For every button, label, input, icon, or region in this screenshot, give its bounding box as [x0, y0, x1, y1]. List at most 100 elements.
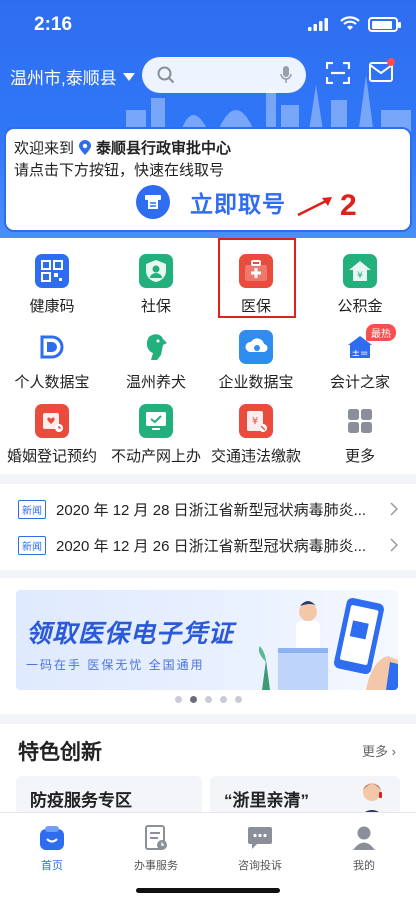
service-personal-data[interactable]: 个人数据宝 — [0, 330, 104, 404]
feature-more-link[interactable]: 更多 › — [362, 741, 396, 760]
service-enterprise-data[interactable]: 企业数据宝 — [204, 330, 308, 404]
service-label: 会计之家 — [329, 374, 390, 391]
carousel-dot[interactable] — [204, 696, 212, 703]
chevron-right-icon — [390, 502, 398, 516]
carousel-dot[interactable] — [174, 696, 182, 703]
dog-icon — [139, 330, 173, 364]
search-icon — [157, 66, 175, 84]
service-label: 医保 — [240, 298, 271, 315]
carousel-dot[interactable] — [234, 696, 242, 703]
service-real-estate[interactable]: 不动产网上办 — [104, 404, 208, 478]
tab-mine[interactable]: 我的 — [312, 823, 416, 873]
service-social-security[interactable]: 社保 — [104, 254, 208, 328]
welcome-text: 欢迎来到 — [14, 140, 75, 157]
search-input[interactable] — [142, 57, 306, 93]
news-title: 2020 年 12 月 26 日浙江省新型冠状病毒肺炎... — [56, 537, 367, 555]
tab-label: 办事服务 — [134, 860, 178, 872]
service-housing-fund[interactable]: ¥ 公积金 — [308, 254, 412, 328]
service-label: 社保 — [140, 298, 171, 315]
service-marriage-booking[interactable]: 婚姻登记预约 — [0, 404, 104, 478]
marriage-calendar-icon — [35, 404, 69, 438]
scan-icon[interactable] — [326, 62, 350, 84]
more-label: 更多 — [362, 744, 389, 759]
service-label: 个人数据宝 — [14, 374, 90, 391]
chat-icon — [248, 827, 272, 849]
news-list: 新闻 2020 年 12 月 28 日浙江省新型冠状病毒肺炎... 新闻 202… — [0, 484, 416, 570]
feature-card-title: 防疫服务专区 — [30, 791, 132, 810]
service-label: 健康码 — [29, 298, 75, 315]
service-label: 企业数据宝 — [218, 374, 294, 391]
carousel-dots — [0, 696, 416, 703]
service-medical-insurance[interactable]: 医保 — [204, 254, 308, 328]
carousel-dot-active[interactable] — [189, 696, 197, 703]
take-number-button[interactable]: 立即取号 — [136, 185, 286, 219]
tab-label: 首页 — [41, 860, 63, 872]
banner-section: 领取医保电子凭证 一码在手 医保无忧 全国通用 — [0, 578, 416, 714]
wifi-icon — [340, 16, 360, 30]
ticket-icon — [136, 185, 170, 219]
personal-data-icon — [35, 330, 69, 364]
home-icon — [40, 826, 64, 850]
chevron-right-icon — [390, 538, 398, 552]
status-bar: 2:16 — [0, 0, 416, 50]
feature-card-title: “浙里亲清” — [224, 791, 309, 810]
instruction-text: 请点击下方按钮，快速在线取号 — [14, 162, 225, 179]
service-label: 更多 — [344, 448, 375, 465]
location-pin-icon — [79, 139, 92, 155]
carousel-dot[interactable] — [219, 696, 227, 703]
medical-voucher-banner[interactable]: 领取医保电子凭证 一码在手 医保无忧 全国通用 — [16, 590, 398, 690]
housing-fund-icon: ¥ — [343, 254, 377, 288]
feature-section: 特色创新 更多 › 防疫服务专区 “浙里亲清” — [0, 724, 416, 818]
social-security-icon — [139, 254, 173, 288]
banner-title: 领取医保电子凭证 — [26, 620, 235, 648]
news-item[interactable]: 新闻 2020 年 12 月 26 日浙江省新型冠状病毒肺炎... — [0, 526, 416, 564]
service-traffic-fine[interactable]: ¥ 交通违法缴款 — [204, 404, 308, 478]
tab-home[interactable]: 首页 — [0, 823, 104, 873]
battery-icon — [368, 17, 401, 32]
take-number-label: 立即取号 — [190, 191, 286, 217]
location-selector[interactable]: 温州市,泰顺县 — [10, 64, 135, 89]
medical-kit-icon — [239, 254, 273, 288]
feature-card-zheliqinqing[interactable]: “浙里亲清” — [210, 776, 400, 818]
service-doc-icon — [145, 825, 167, 850]
services-grid: 健康码 社保 医保 ¥ 公积金 个人数据宝 温州养犬 企业数据宝 ±= 会计之家… — [0, 238, 416, 474]
feature-card-epidemic[interactable]: 防疫服务专区 — [16, 776, 202, 816]
annotation-number: 2 — [340, 189, 357, 222]
svg-text:±=: ±= — [352, 348, 369, 359]
annotation-arrow-icon — [297, 197, 332, 217]
service-dog-registration[interactable]: 温州养犬 — [104, 330, 208, 404]
news-item[interactable]: 新闻 2020 年 12 月 28 日浙江省新型冠状病毒肺炎... — [0, 490, 416, 528]
svg-text:¥: ¥ — [252, 416, 258, 427]
hot-badge: 最热 — [366, 324, 396, 341]
feature-title: 特色创新 — [18, 741, 102, 764]
caret-down-icon — [122, 72, 135, 81]
user-icon — [353, 826, 375, 850]
service-label: 公积金 — [337, 298, 383, 315]
unread-dot — [387, 58, 395, 66]
news-tag: 新闻 — [18, 499, 46, 519]
tab-consult[interactable]: 咨询投诉 — [208, 823, 312, 873]
doctor-phone-illustration — [258, 597, 398, 690]
tab-label: 我的 — [353, 860, 375, 872]
chevron-right-icon: › — [391, 744, 396, 759]
banner-subtitle: 一码在手 医保无忧 全国通用 — [26, 658, 205, 672]
service-center-name: 泰顺县行政审批中心 — [96, 140, 232, 157]
news-tag: 新闻 — [18, 535, 46, 555]
svg-text:¥: ¥ — [357, 271, 363, 281]
message-button[interactable] — [369, 58, 395, 87]
service-label: 温州养犬 — [125, 374, 186, 391]
service-label: 婚姻登记预约 — [6, 448, 97, 465]
service-more[interactable]: 更多 — [308, 404, 412, 478]
home-indicator — [136, 888, 280, 893]
news-title: 2020 年 12 月 28 日浙江省新型冠状病毒肺炎... — [56, 501, 367, 519]
tab-services[interactable]: 办事服务 — [104, 823, 208, 873]
service-label: 交通违法缴款 — [210, 448, 301, 465]
more-grid-icon — [343, 404, 377, 438]
health-code-icon — [35, 254, 69, 288]
service-accounting-home[interactable]: ±= 会计之家 — [308, 330, 412, 404]
status-time: 2:16 — [34, 14, 73, 35]
real-estate-icon — [139, 404, 173, 438]
cellular-signal-icon — [308, 18, 328, 31]
microphone-icon[interactable] — [280, 65, 292, 85]
service-health-code[interactable]: 健康码 — [0, 254, 104, 328]
